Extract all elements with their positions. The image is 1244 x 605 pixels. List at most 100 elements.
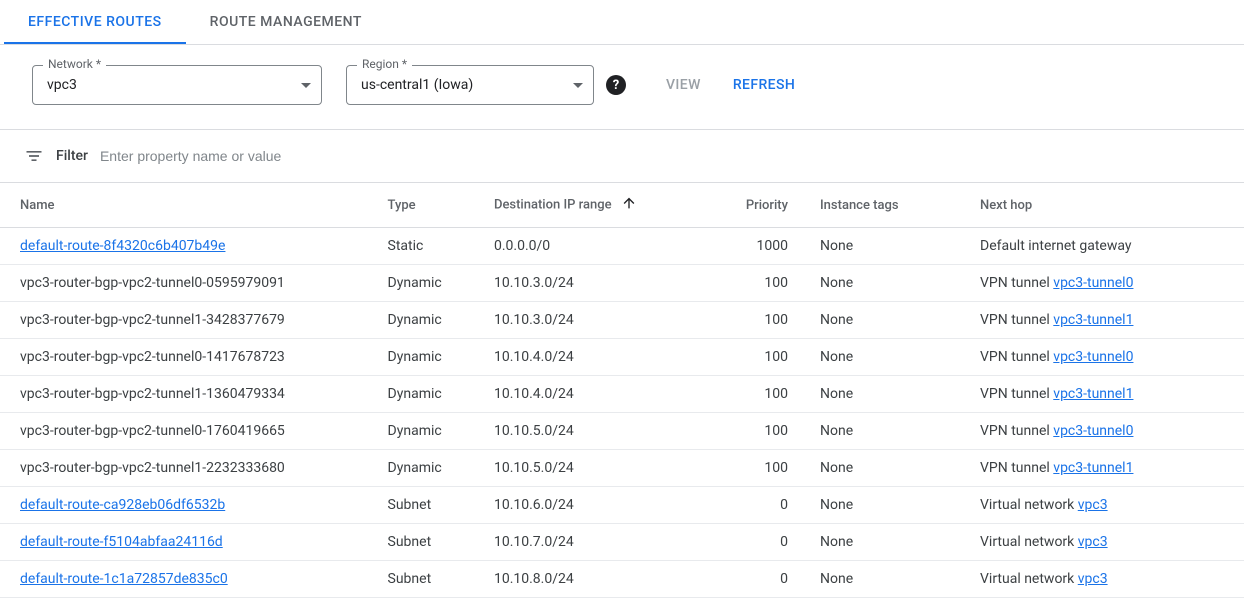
next-hop-link[interactable]: vpc3-tunnel1	[1053, 460, 1133, 476]
cell-name: default-route-ca928eb06df6532b	[0, 487, 372, 524]
col-dest-header[interactable]: Destination IP range	[478, 183, 694, 228]
cell-tags: None	[804, 524, 964, 561]
table-row: default-route-f5104abfaa24116dSubnet10.1…	[0, 524, 1244, 561]
next-hop-link[interactable]: vpc3-tunnel0	[1053, 275, 1133, 291]
cell-type: Dynamic	[372, 450, 478, 487]
cell-dest: 10.10.4.0/24	[478, 339, 694, 376]
next-hop-link[interactable]: vpc3-tunnel0	[1053, 349, 1133, 365]
controls-bar: Network * vpc3 Region * us-central1 (Iow…	[0, 45, 1244, 130]
cell-dest: 10.10.5.0/24	[478, 413, 694, 450]
cell-name: vpc3-router-bgp-vpc2-tunnel0-0595979091	[0, 265, 372, 302]
cell-tags: None	[804, 487, 964, 524]
cell-next-hop: VPN tunnel vpc3-tunnel1	[964, 302, 1244, 339]
cell-priority: 100	[694, 413, 804, 450]
cell-dest: 10.10.5.0/24	[478, 450, 694, 487]
cell-tags: None	[804, 561, 964, 598]
tabs: EFFECTIVE ROUTES ROUTE MANAGEMENT	[0, 0, 1244, 45]
cell-name: vpc3-router-bgp-vpc2-tunnel0-1760419665	[0, 413, 372, 450]
cell-next-hop: Virtual network vpc3	[964, 487, 1244, 524]
cell-name: vpc3-router-bgp-vpc2-tunnel1-1360479334	[0, 376, 372, 413]
cell-next-hop: VPN tunnel vpc3-tunnel0	[964, 413, 1244, 450]
filter-bar: Filter	[0, 130, 1244, 182]
region-select-label: Region *	[357, 57, 412, 71]
table-row: vpc3-router-bgp-vpc2-tunnel1-2232333680D…	[0, 450, 1244, 487]
region-select-value: us-central1 (Iowa)	[361, 77, 565, 93]
tab-effective-routes[interactable]: EFFECTIVE ROUTES	[4, 0, 186, 44]
col-dest-label: Destination IP range	[494, 197, 612, 212]
cell-name: vpc3-router-bgp-vpc2-tunnel1-3428377679	[0, 302, 372, 339]
cell-type: Dynamic	[372, 413, 478, 450]
cell-tags: None	[804, 228, 964, 265]
filter-icon[interactable]	[24, 146, 44, 166]
next-hop-link[interactable]: vpc3	[1078, 534, 1108, 550]
network-select-label: Network *	[43, 57, 106, 71]
filter-input[interactable]	[100, 144, 1220, 168]
table-row: default-route-1c1a72857de835c0 Subnet10.1…	[0, 561, 1244, 598]
cell-tags: None	[804, 339, 964, 376]
view-button[interactable]: VIEW	[662, 69, 705, 101]
region-select[interactable]: Region * us-central1 (Iowa)	[346, 65, 594, 105]
cell-type: Dynamic	[372, 302, 478, 339]
cell-priority: 0	[694, 487, 804, 524]
next-hop-link[interactable]: vpc3	[1078, 571, 1108, 587]
cell-priority: 100	[694, 339, 804, 376]
network-select[interactable]: Network * vpc3	[32, 65, 322, 105]
cell-dest: 10.10.3.0/24	[478, 302, 694, 339]
help-icon[interactable]: ?	[606, 75, 626, 95]
cell-priority: 100	[694, 450, 804, 487]
col-priority-header[interactable]: Priority	[694, 183, 804, 228]
cell-name: vpc3-router-bgp-vpc2-tunnel1-2232333680	[0, 450, 372, 487]
cell-tags: None	[804, 265, 964, 302]
col-tags-header[interactable]: Instance tags	[804, 183, 964, 228]
cell-dest: 10.10.4.0/24	[478, 376, 694, 413]
next-hop-link[interactable]: vpc3-tunnel1	[1053, 312, 1133, 328]
cell-next-hop: Default internet gateway	[964, 228, 1244, 265]
cell-type: Dynamic	[372, 265, 478, 302]
refresh-button[interactable]: REFRESH	[729, 69, 799, 101]
sort-asc-icon	[621, 195, 637, 215]
cell-next-hop: VPN tunnel vpc3-tunnel0	[964, 265, 1244, 302]
cell-dest: 0.0.0.0/0	[478, 228, 694, 265]
filter-label: Filter	[56, 148, 88, 164]
cell-type: Static	[372, 228, 478, 265]
chevron-down-icon	[573, 83, 583, 88]
tab-route-management[interactable]: ROUTE MANAGEMENT	[186, 0, 386, 44]
cell-dest: 10.10.8.0/24	[478, 561, 694, 598]
next-hop-link[interactable]: vpc3-tunnel0	[1053, 423, 1133, 439]
col-name-header[interactable]: Name	[0, 183, 372, 228]
col-type-header[interactable]: Type	[372, 183, 478, 228]
cell-priority: 0	[694, 561, 804, 598]
cell-priority: 0	[694, 524, 804, 561]
next-hop-link[interactable]: vpc3-tunnel1	[1053, 386, 1133, 402]
cell-tags: None	[804, 376, 964, 413]
route-name-link[interactable]: default-route-8f4320c6b407b49e	[20, 238, 225, 254]
table-row: default-route-ca928eb06df6532b Subnet10.1…	[0, 487, 1244, 524]
network-select-value: vpc3	[47, 77, 293, 93]
cell-type: Dynamic	[372, 339, 478, 376]
table-row: vpc3-router-bgp-vpc2-tunnel0-1760419665D…	[0, 413, 1244, 450]
cell-name: default-route-1c1a72857de835c0	[0, 561, 372, 598]
cell-dest: 10.10.7.0/24	[478, 524, 694, 561]
cell-name: vpc3-router-bgp-vpc2-tunnel0-1417678723	[0, 339, 372, 376]
cell-type: Subnet	[372, 561, 478, 598]
cell-next-hop: VPN tunnel vpc3-tunnel0	[964, 339, 1244, 376]
table-row: vpc3-router-bgp-vpc2-tunnel1-3428377679D…	[0, 302, 1244, 339]
cell-dest: 10.10.3.0/24	[478, 265, 694, 302]
route-name-link[interactable]: default-route-f5104abfaa24116d	[20, 534, 223, 550]
col-next-header[interactable]: Next hop	[964, 183, 1244, 228]
cell-priority: 100	[694, 376, 804, 413]
next-hop-link[interactable]: vpc3	[1078, 497, 1108, 513]
cell-name: default-route-f5104abfaa24116d	[0, 524, 372, 561]
cell-type: Dynamic	[372, 376, 478, 413]
cell-next-hop: VPN tunnel vpc3-tunnel1	[964, 450, 1244, 487]
route-name-link[interactable]: default-route-ca928eb06df6532b	[20, 497, 225, 513]
cell-tags: None	[804, 413, 964, 450]
chevron-down-icon	[301, 83, 311, 88]
cell-tags: None	[804, 302, 964, 339]
cell-next-hop: VPN tunnel vpc3-tunnel1	[964, 376, 1244, 413]
cell-type: Subnet	[372, 487, 478, 524]
route-name-link[interactable]: default-route-1c1a72857de835c0	[20, 571, 228, 587]
cell-dest: 10.10.6.0/24	[478, 487, 694, 524]
table-row: vpc3-router-bgp-vpc2-tunnel0-0595979091D…	[0, 265, 1244, 302]
cell-tags: None	[804, 450, 964, 487]
